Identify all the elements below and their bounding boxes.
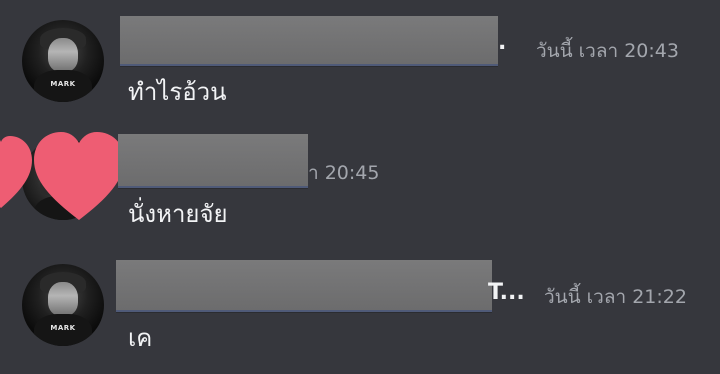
redacted-username-block xyxy=(308,16,498,66)
avatar-label: MARK xyxy=(50,80,76,88)
heart-sticker-icon xyxy=(34,132,124,220)
message-timestamp: า 20:45 xyxy=(308,162,380,184)
redacted-username-block xyxy=(116,260,302,312)
message-timestamp: วันนี้ เวลา 20:43 xyxy=(536,40,679,62)
heart-sticker-icon xyxy=(0,136,32,208)
message-item[interactable]: MARK T... วันนี้ เวลา 21:22 เค xyxy=(0,244,720,374)
message-item[interactable]: า 20:45 นั่งหายจัย xyxy=(0,124,720,244)
chat-message-list: MARK . วันนี้ เวลา 20:43 ทำไรอ้วน า 20:4… xyxy=(0,0,720,374)
username-suffix[interactable]: . xyxy=(498,30,506,55)
avatar-label: MARK xyxy=(50,324,76,332)
redacted-username-block xyxy=(120,16,308,66)
user-avatar[interactable]: MARK xyxy=(22,20,104,102)
user-avatar[interactable]: MARK xyxy=(22,264,104,346)
username-suffix[interactable]: T... xyxy=(488,280,525,305)
message-text: ทำไรอ้วน xyxy=(128,78,227,106)
message-text: นั่งหายจัย xyxy=(128,200,228,228)
redacted-username-block xyxy=(302,260,492,312)
message-text: เค xyxy=(128,324,153,352)
redacted-username-block xyxy=(118,134,308,188)
message-timestamp: วันนี้ เวลา 21:22 xyxy=(544,286,687,308)
message-item[interactable]: MARK . วันนี้ เวลา 20:43 ทำไรอ้วน xyxy=(0,0,720,124)
